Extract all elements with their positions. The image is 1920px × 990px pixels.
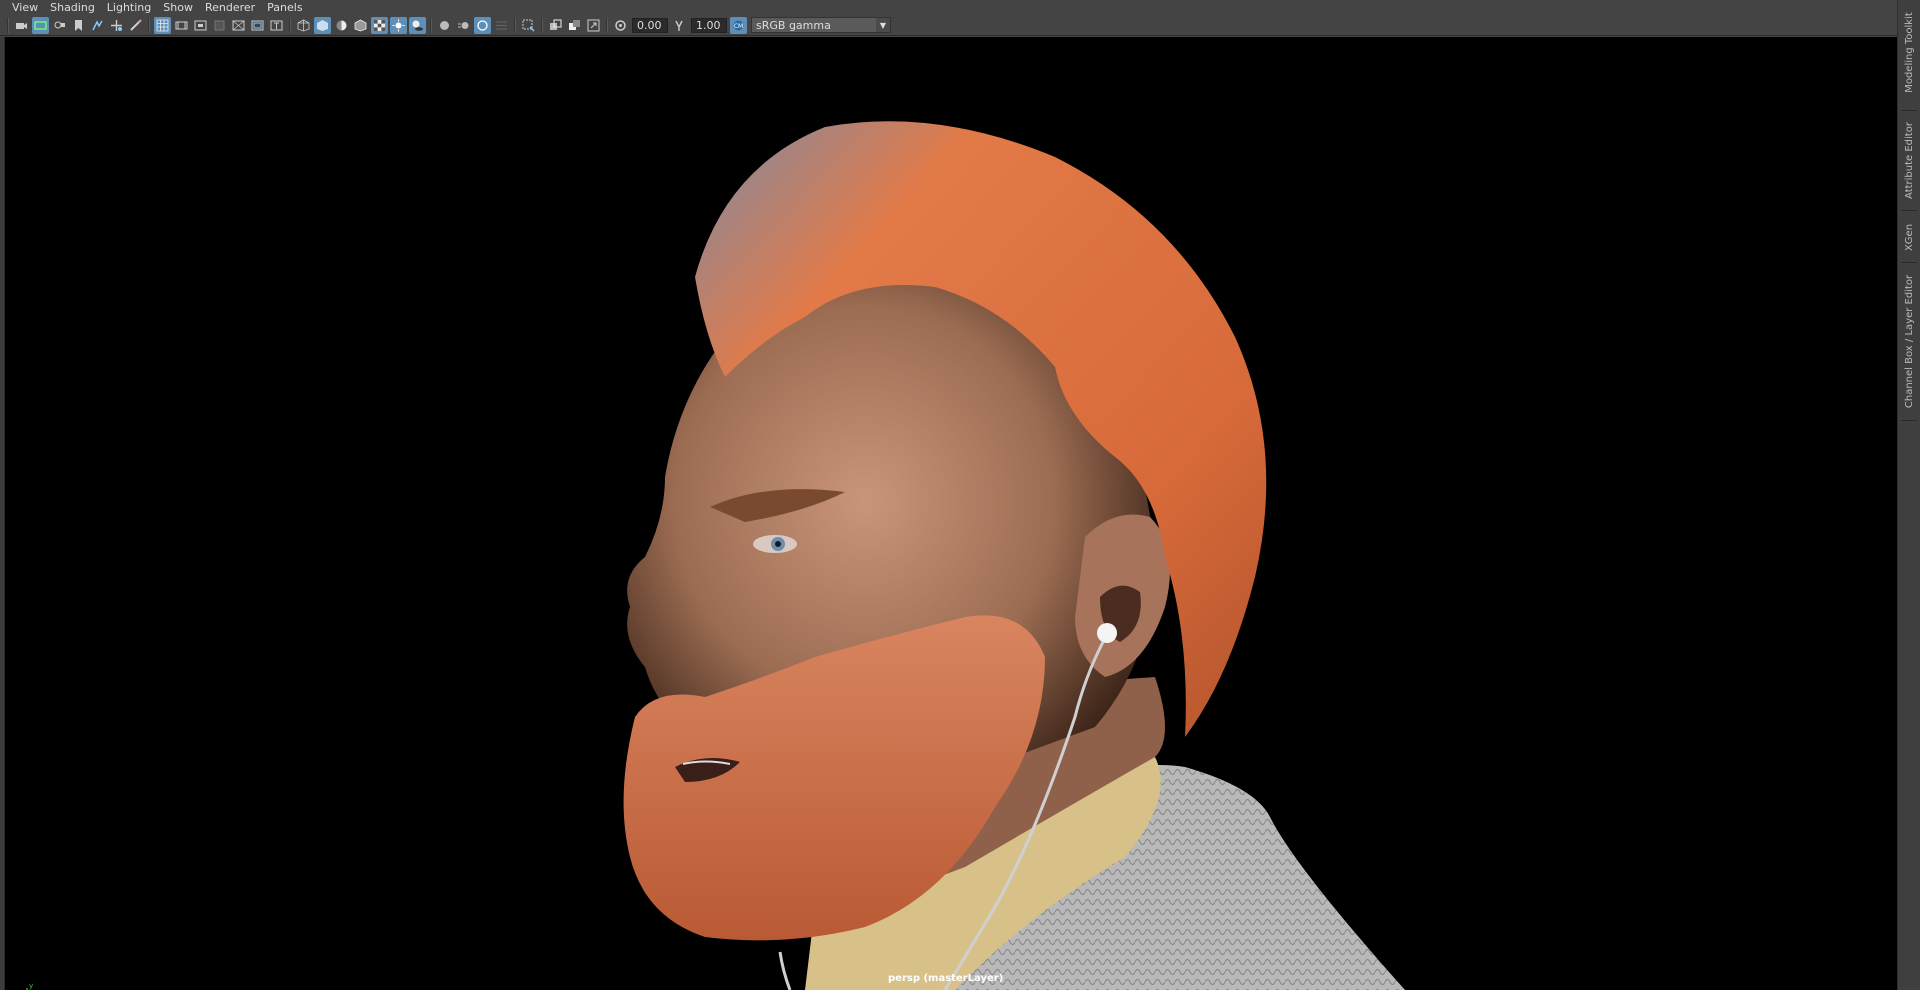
xray-joints-icon[interactable] <box>566 17 583 34</box>
xray-icon[interactable] <box>547 17 564 34</box>
camera-attributes-icon[interactable] <box>32 16 49 34</box>
toolbar-separator <box>148 17 150 33</box>
wireframe-icon[interactable] <box>295 17 312 34</box>
tab-separator <box>1901 420 1917 421</box>
toolbar-separator <box>514 17 516 33</box>
toolbar-separator <box>7 17 9 33</box>
tab-attribute-editor[interactable]: Attribute Editor <box>1898 115 1920 205</box>
pencil-icon[interactable] <box>127 17 144 34</box>
depth-of-field-icon[interactable] <box>493 17 510 34</box>
tab-separator <box>1901 210 1917 211</box>
screen-space-ao-icon[interactable] <box>436 17 453 34</box>
exposure-icon[interactable] <box>612 17 629 34</box>
tab-modeling-toolkit[interactable]: Modeling Toolkit <box>1898 0 1920 105</box>
toolbar-separator <box>606 17 608 33</box>
shadows-icon[interactable] <box>409 16 426 34</box>
gamma-field[interactable]: 1.00 <box>691 17 727 33</box>
menu-show[interactable]: Show <box>159 0 201 15</box>
chevron-down-icon[interactable]: ▼ <box>876 18 890 32</box>
exposure-field[interactable]: 0.00 <box>632 17 668 33</box>
axis-gizmo: y x z <box>17 982 47 990</box>
color-space-value: sRGB gamma <box>756 18 831 32</box>
menu-shading[interactable]: Shading <box>46 0 103 15</box>
film-gate-icon[interactable] <box>173 17 190 34</box>
camera-name-label: persp (masterLayer) <box>888 973 1004 984</box>
safe-action-icon[interactable] <box>249 17 266 34</box>
tab-channel-box-layer-editor[interactable]: Channel Box / Layer Editor <box>1898 266 1920 416</box>
svg-text:CM: CM <box>734 23 743 30</box>
3d-viewport[interactable]: y x z <box>4 37 1897 990</box>
panel-toolbar: 0.00 1.00 CM sRGB gamma ▼ <box>0 15 1920 36</box>
wireframe-on-shaded-icon[interactable] <box>352 17 369 34</box>
gate-mask-icon[interactable] <box>211 17 228 34</box>
bookmark-icon[interactable] <box>51 17 68 34</box>
menu-panels[interactable]: Panels <box>263 0 310 15</box>
toolbar-separator <box>289 17 291 33</box>
grid-icon[interactable] <box>154 16 171 34</box>
textured-icon[interactable] <box>371 16 388 34</box>
color-space-dropdown[interactable]: sRGB gamma ▼ <box>751 17 891 33</box>
2d-pan-icon[interactable] <box>89 17 106 34</box>
viewport-menu-bar: View Shading Lighting Show Renderer Pane… <box>0 0 1920 15</box>
isolate-select-icon[interactable] <box>520 17 537 34</box>
menu-renderer[interactable]: Renderer <box>201 0 263 15</box>
grease-pencil-icon[interactable] <box>108 17 125 34</box>
tab-separator <box>1901 110 1917 111</box>
safe-title-icon[interactable] <box>268 17 285 34</box>
gamma-icon[interactable] <box>671 17 688 34</box>
anti-aliasing-icon[interactable] <box>474 16 491 34</box>
tab-separator <box>1901 262 1917 263</box>
3d-character-render <box>623 121 1405 990</box>
select-camera-icon[interactable] <box>13 17 30 34</box>
image-plane-icon[interactable] <box>70 17 87 34</box>
smooth-shade-icon[interactable] <box>314 16 331 34</box>
toolbar-separator <box>430 17 432 33</box>
right-side-tab-bar: Modeling Toolkit Attribute Editor XGen C… <box>1897 0 1920 990</box>
motion-blur-icon[interactable] <box>455 17 472 34</box>
use-all-lights-icon[interactable] <box>390 16 407 34</box>
xray-active-components-icon[interactable] <box>585 17 602 34</box>
default-material-icon[interactable] <box>333 17 350 34</box>
field-chart-icon[interactable] <box>230 17 247 34</box>
toolbar-separator <box>541 17 543 33</box>
menu-view[interactable]: View <box>8 0 46 15</box>
svg-text:y: y <box>29 982 33 990</box>
tab-xgen[interactable]: XGen <box>1898 215 1920 260</box>
resolution-gate-icon[interactable] <box>192 17 209 34</box>
menu-lighting[interactable]: Lighting <box>103 0 159 15</box>
color-management-icon[interactable]: CM <box>730 16 747 34</box>
